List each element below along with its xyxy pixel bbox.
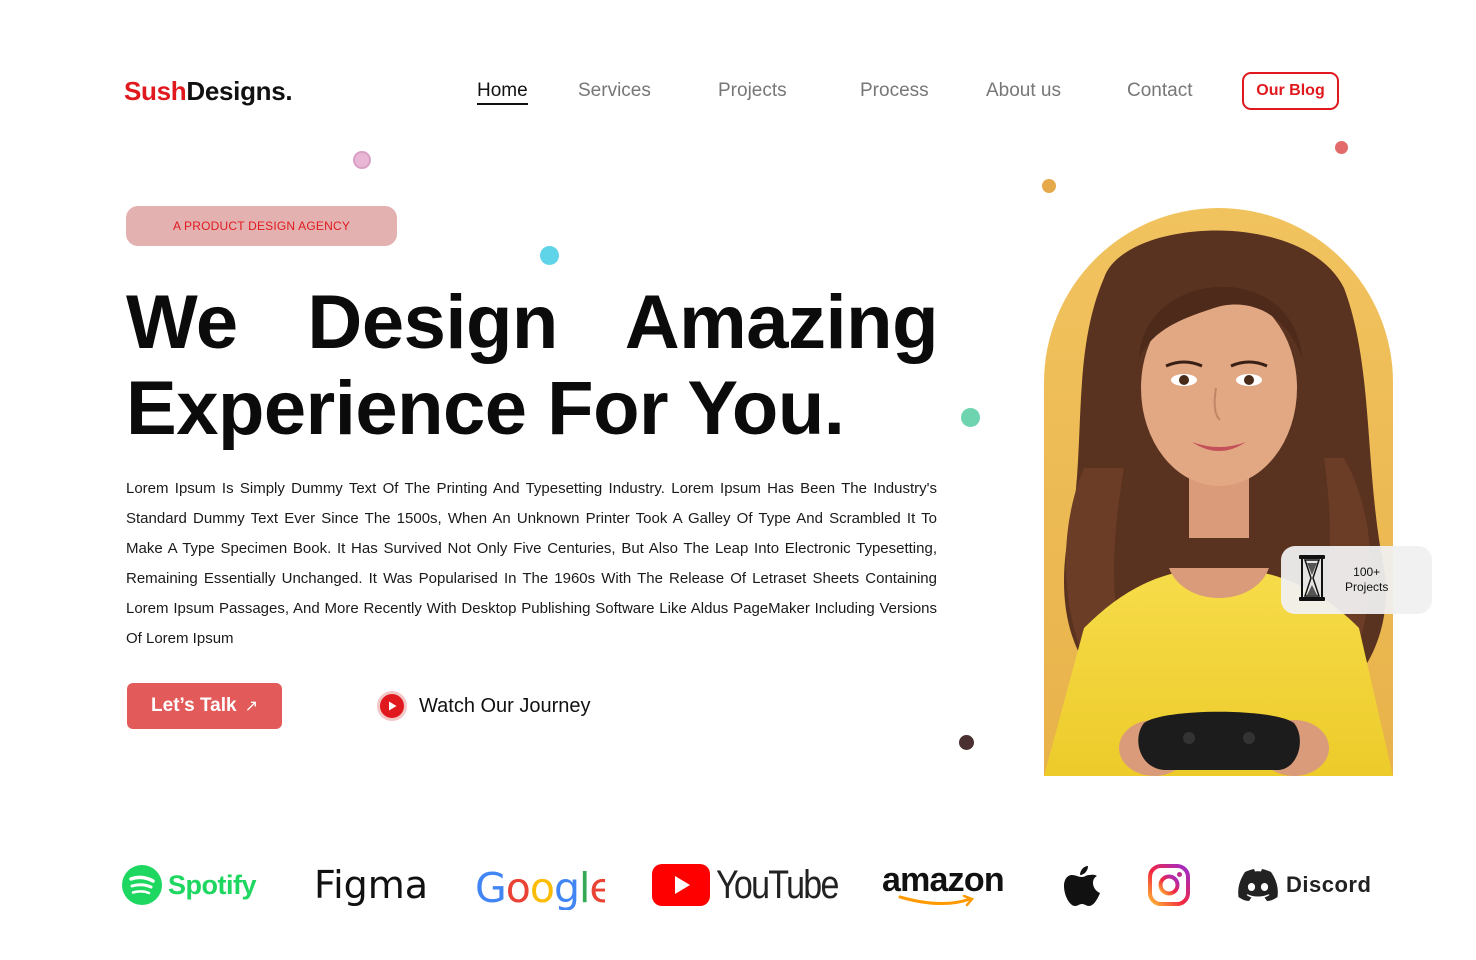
projects-label: Projects — [1345, 580, 1389, 594]
hero-portrait-image — [1044, 208, 1393, 776]
decorative-dot — [1042, 179, 1056, 193]
nav-item-contact[interactable]: Contact — [1127, 80, 1192, 102]
amazon-wordmark: amazon — [882, 861, 1005, 899]
discord-logo: Discord — [1238, 850, 1371, 920]
spotify-logo: Spotify — [122, 850, 257, 920]
discord-wordmark: Discord — [1286, 872, 1372, 897]
discord-icon — [1238, 869, 1278, 901]
nav-item-about-us[interactable]: About us — [986, 80, 1061, 102]
nav-item-home[interactable]: Home — [477, 80, 528, 105]
hero-headline: We Design Amazing Experience For You. — [126, 280, 939, 452]
figma-wordmark: Figma — [314, 863, 429, 907]
brand-logo[interactable]: SushDesigns. — [124, 76, 293, 107]
projects-badge: 100+ Projects — [1281, 546, 1432, 614]
instagram-logo — [1148, 850, 1190, 920]
hourglass-icon — [1299, 554, 1325, 606]
our-blog-button[interactable]: Our Blog — [1242, 72, 1339, 110]
partner-logos: Spotify Figma Google YouTube amazon Disc… — [0, 850, 1476, 920]
decorative-dot — [1335, 141, 1348, 154]
amazon-smile-icon — [898, 895, 975, 907]
decorative-dot — [959, 735, 974, 750]
spotify-wordmark: Spotify — [168, 869, 257, 900]
lets-talk-button[interactable]: Let’s Talk ↗ — [127, 683, 282, 729]
decorative-dot — [353, 151, 371, 169]
svg-text:Google: Google — [475, 864, 605, 910]
youtube-wordmark: YouTube — [716, 862, 839, 907]
youtube-logo: YouTube — [652, 850, 859, 920]
hero-description: Lorem Ipsum Is Simply Dummy Text Of The … — [126, 480, 937, 647]
decorative-dot — [961, 408, 980, 427]
spotify-icon — [122, 865, 162, 905]
arrow-up-right-icon: ↗ — [244, 698, 258, 715]
google-logo: Google — [475, 850, 605, 920]
nav-item-services[interactable]: Services — [578, 80, 651, 102]
nav-item-process[interactable]: Process — [860, 80, 929, 102]
decorative-dot — [540, 246, 559, 265]
logo-accent-text: Sush — [124, 76, 187, 106]
logo-rest-text: Designs. — [186, 76, 293, 106]
watch-journey-label: Watch Our Journey — [419, 694, 591, 717]
headline-line-2: Experience For You. — [126, 366, 845, 451]
apple-icon — [1064, 866, 1100, 906]
projects-count: 100+ — [1353, 565, 1381, 579]
play-icon[interactable] — [377, 691, 407, 721]
headline-line-1: We Design Amazing — [126, 280, 939, 365]
youtube-icon — [652, 864, 710, 906]
nav-item-projects[interactable]: Projects — [718, 80, 787, 102]
figma-logo: Figma — [314, 850, 428, 920]
watch-journey-link[interactable]: Watch Our Journey — [377, 690, 591, 722]
apple-logo — [1064, 850, 1100, 920]
instagram-icon — [1148, 864, 1190, 906]
amazon-logo: amazon — [882, 850, 1005, 920]
agency-tag: A PRODUCT DESIGN AGENCY — [126, 206, 397, 246]
google-wordmark: Google — [475, 864, 605, 910]
projects-badge-text: 100+ Projects — [1345, 565, 1388, 595]
cta-label: Let’s Talk — [151, 695, 237, 716]
